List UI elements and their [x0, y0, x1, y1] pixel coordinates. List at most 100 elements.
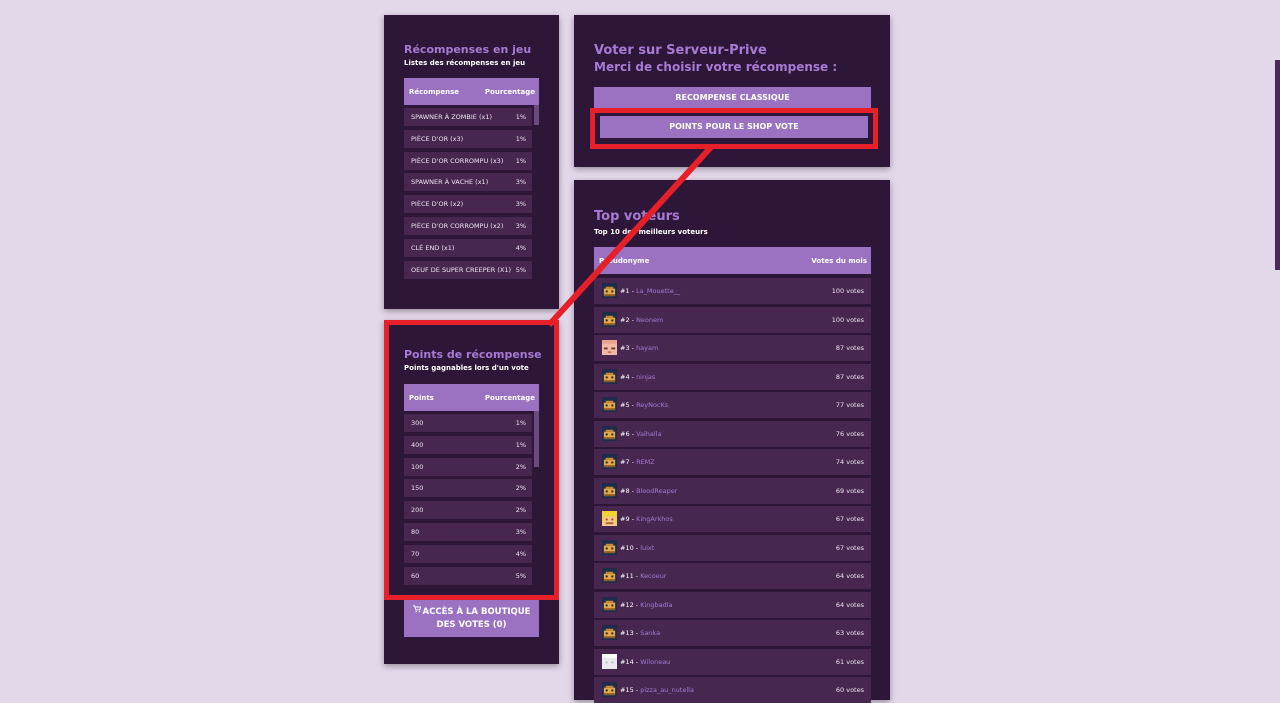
- voter-row: #7 - REMZ 74 votes: [594, 449, 871, 475]
- rewards-card: Récompenses en jeu Listes des récompense…: [384, 15, 559, 309]
- voter-rank: #13 -: [620, 629, 641, 637]
- reward-row-label: CLÉ END (x1): [411, 243, 455, 252]
- voter-votes: 64 votes: [835, 600, 864, 609]
- player-avatar-icon: [602, 596, 617, 612]
- voter-pseudo[interactable]: pizza_au_nutella: [640, 686, 694, 694]
- voter-row: #11 - Kecoeur 64 votes: [594, 563, 871, 589]
- top-voters-title: Top voteurs: [594, 209, 680, 224]
- voter-row: #12 - Kingbadla 64 votes: [594, 591, 871, 618]
- highlight-shop-points-button: [590, 108, 878, 149]
- reward-row-percentage: 1%: [515, 113, 526, 121]
- voter-votes: 87 votes: [835, 372, 864, 381]
- voter-pseudo[interactable]: BloodReaper: [636, 487, 677, 495]
- player-avatar-icon: [602, 568, 617, 583]
- voter-votes: 76 votes: [835, 429, 864, 438]
- voter-name: #3 - hayam: [620, 344, 658, 352]
- shop-button-line2: DES VOTES (0): [436, 620, 507, 630]
- voter-pseudo[interactable]: hayam: [636, 344, 658, 352]
- voter-votes: 100 votes: [831, 287, 864, 295]
- voter-name: #1 - La_Mouette__: [620, 287, 680, 295]
- reward-row: SPAWNER À ZOMBIE (x1) 1%: [404, 108, 532, 126]
- voter-pseudo[interactable]: Sanka: [640, 629, 660, 637]
- voter-row: #5 - ReyNocKs 77 votes: [594, 392, 871, 418]
- voter-votes: 67 votes: [835, 543, 864, 552]
- voter-votes: 100 votes: [831, 315, 864, 324]
- voter-pseudo[interactable]: Kingbadla: [640, 601, 672, 609]
- reward-row-percentage: 1%: [515, 156, 526, 165]
- voter-name: #13 - Sanka: [620, 629, 660, 637]
- voter-pseudo[interactable]: Neonem: [636, 316, 663, 324]
- voter-pseudo[interactable]: REMZ: [636, 458, 655, 466]
- voter-rank: #4 -: [620, 372, 637, 381]
- voter-row: #4 - ninjas 87 votes: [594, 363, 871, 390]
- reward-row-percentage: 3%: [515, 200, 526, 209]
- voter-pseudo[interactable]: ReyNocKs: [636, 401, 668, 409]
- voter-pseudo[interactable]: Kecoeur: [640, 572, 666, 580]
- voter-name: #14 - Wiloneau: [620, 658, 670, 666]
- voter-votes: 74 votes: [835, 458, 864, 466]
- highlight-points-card: [384, 320, 559, 600]
- page-scrollbar[interactable]: [1275, 60, 1280, 270]
- player-avatar-icon: [602, 511, 617, 526]
- reward-row-percentage: 4%: [515, 243, 526, 252]
- reward-row: PIÈCE D'OR (x3) 1%: [404, 129, 532, 148]
- classic-reward-button[interactable]: RECOMPENSE CLASSIQUE: [594, 87, 871, 109]
- voter-votes: 60 votes: [835, 686, 864, 694]
- player-avatar-icon: [602, 682, 617, 697]
- reward-row: OEUF DE SUPER CREEPER (X1) 5%: [404, 260, 532, 279]
- voter-votes: 61 votes: [835, 657, 864, 666]
- voter-name: #11 - Kecoeur: [620, 572, 666, 580]
- voter-pseudo[interactable]: La_Mouette__: [636, 287, 680, 295]
- voter-name: #7 - REMZ: [620, 458, 655, 466]
- rewards-title: Récompenses en jeu: [404, 43, 532, 56]
- voter-rank: #11 -: [620, 572, 641, 580]
- player-avatar-icon: [602, 425, 617, 441]
- rewards-table-header: Récompense Pourcentage: [404, 78, 539, 105]
- voter-row: #14 - Wiloneau 61 votes: [594, 648, 871, 675]
- voter-name: #12 - Kingbadla: [620, 601, 673, 609]
- vote-subtitle: Merci de choisir votre récompense :: [594, 60, 838, 74]
- voter-pseudo[interactable]: Wiloneau: [640, 658, 670, 666]
- reward-row-label: SPAWNER À VACHE (x1): [411, 178, 489, 187]
- reward-row-percentage: 3%: [515, 222, 526, 230]
- rewards-col-name: Récompense: [409, 87, 460, 96]
- player-avatar-icon: [602, 454, 617, 469]
- shop-access-button[interactable]: ACCÈS À LA BOUTIQUE DES VOTES (0): [404, 599, 539, 637]
- voter-votes: 67 votes: [835, 515, 864, 523]
- reward-row: CLÉ END (x1) 4%: [404, 238, 532, 257]
- voter-rank: #3 -: [620, 344, 637, 352]
- voter-rank: #10 -: [620, 543, 641, 552]
- voter-rank: #8 -: [620, 486, 637, 495]
- top-col-pseudo: Pseudonyme: [599, 256, 650, 265]
- voter-votes: 77 votes: [835, 401, 864, 409]
- vote-title: Voter sur Serveur-Prive: [594, 43, 767, 58]
- top-voters-subtitle: Top 10 des meilleurs voteurs: [594, 228, 708, 236]
- voter-pseudo[interactable]: KingArkhos: [636, 515, 673, 523]
- voter-row: #9 - KingArkhos 67 votes: [594, 506, 871, 532]
- voter-name: #10 - luixt: [620, 544, 654, 552]
- voter-name: #5 - ReyNocKs: [620, 401, 668, 409]
- rewards-scrollbar[interactable]: [534, 105, 539, 125]
- voter-row: #8 - BloodReaper 69 votes: [594, 477, 871, 504]
- reward-row-percentage: 1%: [515, 134, 526, 143]
- voter-rank: #1 -: [620, 287, 637, 295]
- voter-row: #2 - Neonem 100 votes: [594, 306, 871, 333]
- reward-row-label: PIÈCE D'OR (x3): [411, 134, 464, 143]
- top-col-votes: Votes du mois: [811, 256, 867, 265]
- voter-pseudo[interactable]: ninjas: [636, 373, 655, 381]
- voter-pseudo[interactable]: luixt: [640, 544, 654, 552]
- shop-button-line1: ACCÈS À LA BOUTIQUE: [422, 607, 531, 617]
- voter-votes: 69 votes: [835, 486, 864, 495]
- reward-row-label: PIÈCE D'OR CORROMPU (x3): [411, 156, 504, 165]
- reward-row-label: OEUF DE SUPER CREEPER (X1): [411, 265, 511, 274]
- voter-name: #2 - Neonem: [620, 316, 663, 324]
- player-avatar-icon: [602, 368, 617, 384]
- reward-row-percentage: 5%: [515, 265, 526, 274]
- voter-rank: #5 -: [620, 401, 637, 409]
- voter-pseudo[interactable]: Valhalla: [636, 430, 661, 438]
- player-avatar-icon: [602, 311, 617, 327]
- voter-name: #4 - ninjas: [620, 373, 655, 381]
- voter-votes: 64 votes: [835, 572, 864, 580]
- voter-rank: #14 -: [620, 657, 641, 666]
- player-avatar-icon: [602, 625, 617, 640]
